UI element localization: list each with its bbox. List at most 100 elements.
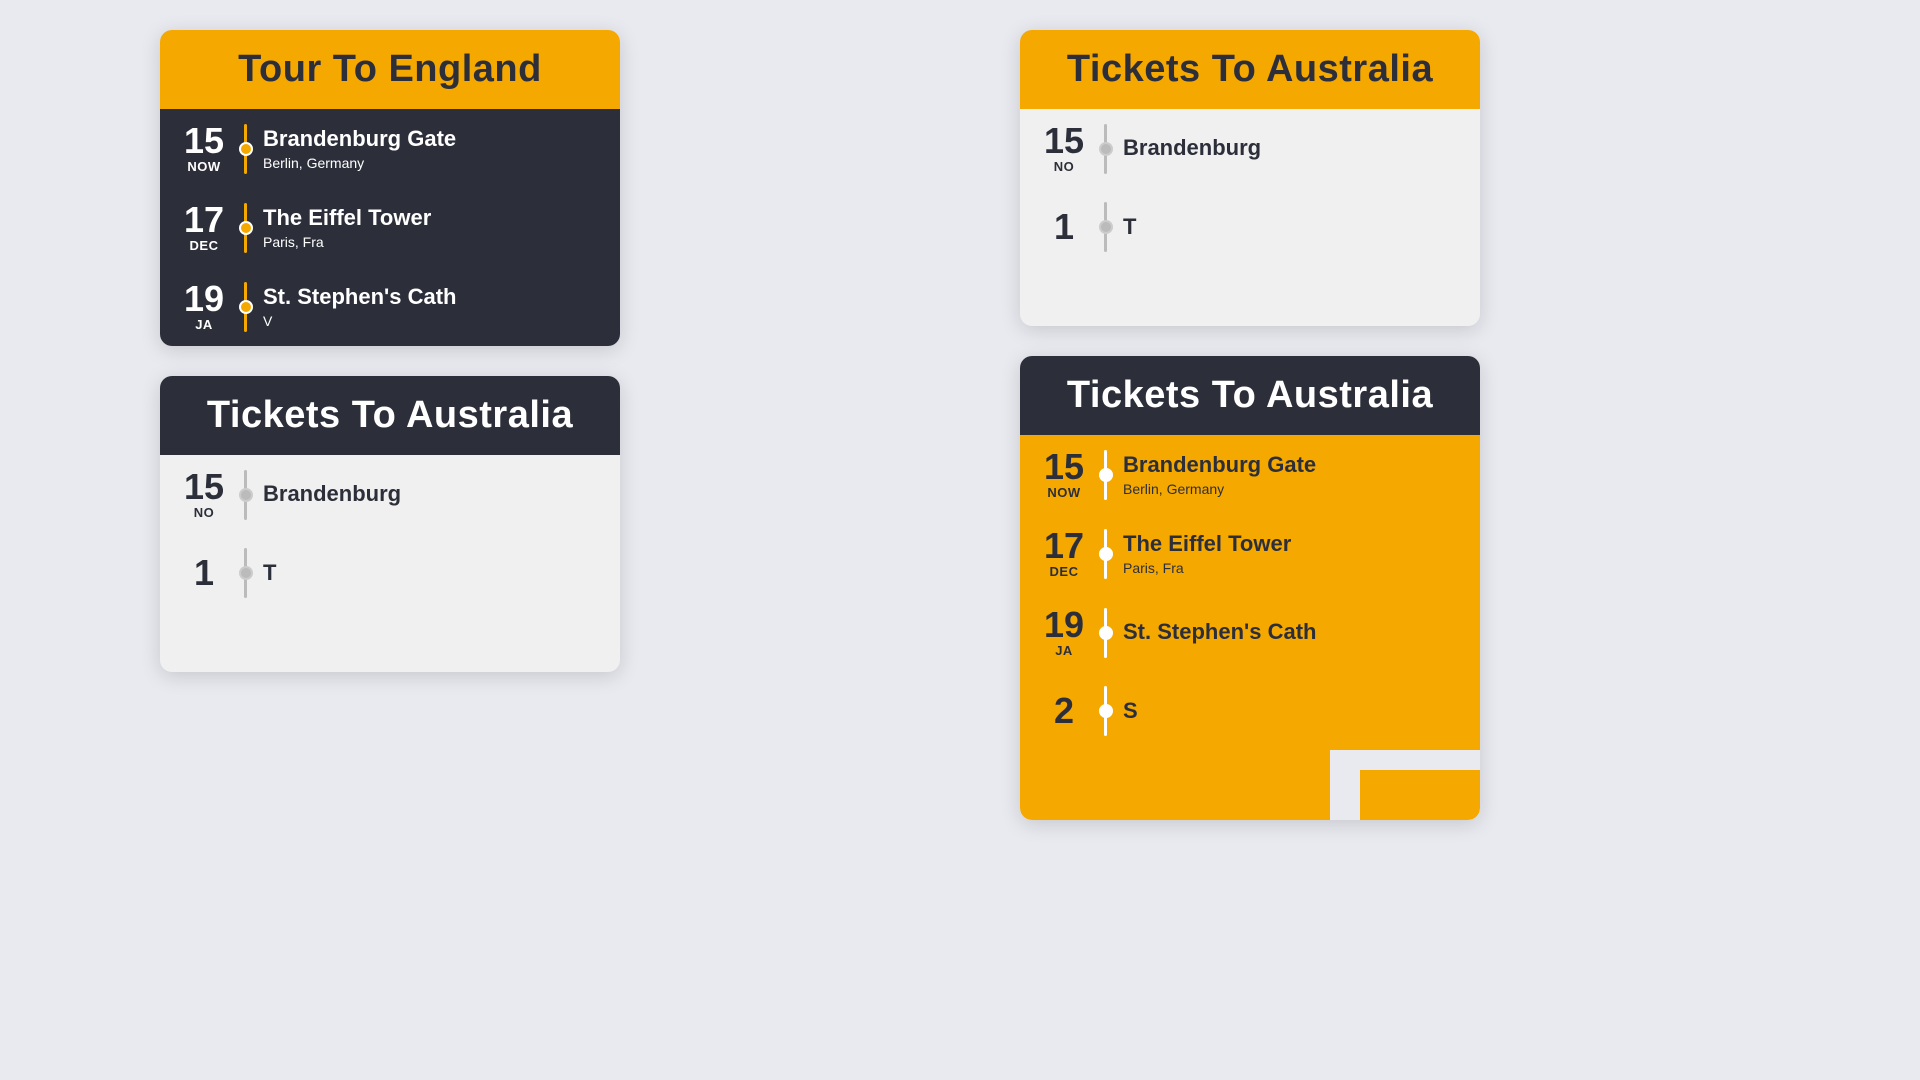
row-title-rb-3: St. Stephen's Cath (1123, 619, 1460, 645)
row-content-2: The Eiffel Tower Paris, Fra (263, 205, 600, 249)
tickets-rt-row-2: 1 T (1020, 188, 1480, 266)
tickets-rb-row-3: 19 JA St. Stephen's Cath (1020, 593, 1480, 672)
row-subtitle-1: Berlin, Germany (263, 155, 600, 171)
date-block-rb-4: 2 (1040, 693, 1088, 729)
tickets-left-row-1: 15 NO Brandenburg (160, 455, 620, 534)
tickets-left-row-2: 1 T (160, 534, 620, 612)
row-content-rb-1: Brandenburg Gate Berlin, Germany (1123, 452, 1460, 496)
row-title-rt-1: Brandenburg (1123, 135, 1460, 161)
date-num-rb-2: 17 (1040, 528, 1088, 564)
divider-2 (244, 203, 247, 253)
date-month-rb-1: NOW (1040, 485, 1088, 500)
tickets-australia-card-left: Tickets To Australia 15 NO Brandenburg 1 (160, 376, 620, 672)
row-title-rb-1: Brandenburg Gate (1123, 452, 1460, 478)
divider-rt-1 (1104, 124, 1107, 174)
row-subtitle-rb-2: Paris, Fra (1123, 560, 1460, 576)
row-content-tl-2: T (263, 560, 600, 586)
date-num-rt-1: 15 (1040, 123, 1088, 159)
row-title-rb-2: The Eiffel Tower (1123, 531, 1460, 557)
row-title-2: The Eiffel Tower (263, 205, 600, 231)
divider-rb-3 (1104, 608, 1107, 658)
date-block-1: 15 NOW (180, 123, 228, 174)
row-content-rt-2: T (1123, 214, 1460, 240)
date-num-2: 17 (180, 202, 228, 238)
date-month-2: DEC (180, 238, 228, 253)
row-content-rb-4: S (1123, 698, 1460, 724)
row-content-tl-1: Brandenburg (263, 481, 600, 507)
date-num-1: 15 (180, 123, 228, 159)
row-content-3: St. Stephen's Cath V (263, 284, 600, 328)
row-content-rb-3: St. Stephen's Cath (1123, 619, 1460, 645)
divider-3 (244, 282, 247, 332)
right-column: Tickets To Australia 15 NO Brandenburg 1 (1020, 30, 1480, 820)
row-title-rb-4: S (1123, 698, 1460, 724)
tickets-australia-card-right-top: Tickets To Australia 15 NO Brandenburg 1 (1020, 30, 1480, 326)
date-block-2: 17 DEC (180, 202, 228, 253)
date-block-tl-2: 1 (180, 555, 228, 591)
tickets-australia-title-right-bottom: Tickets To Australia (1050, 374, 1450, 417)
date-month-rb-3: JA (1040, 643, 1088, 658)
divider-tl-2 (244, 548, 247, 598)
date-block-rt-2: 1 (1040, 209, 1088, 245)
date-num-rb-3: 19 (1040, 607, 1088, 643)
date-month-1: NOW (180, 159, 228, 174)
date-num-rb-4: 2 (1040, 693, 1088, 729)
divider-1 (244, 124, 247, 174)
date-num-rb-1: 15 (1040, 449, 1088, 485)
row-title-3: St. Stephen's Cath (263, 284, 600, 310)
divider-rb-4 (1104, 686, 1107, 736)
row-title-tl-2: T (263, 560, 600, 586)
date-num-tl-2: 1 (180, 555, 228, 591)
tickets-rb-row-1: 15 NOW Brandenburg Gate Berlin, Germany (1020, 435, 1480, 514)
date-block-rb-1: 15 NOW (1040, 449, 1088, 500)
date-block-rb-3: 19 JA (1040, 607, 1088, 658)
left-column: Tour To England 15 NOW Brandenburg Gate … (160, 30, 620, 820)
date-num-tl-1: 15 (180, 469, 228, 505)
date-block-tl-1: 15 NO (180, 469, 228, 520)
row-content-1: Brandenburg Gate Berlin, Germany (263, 126, 600, 170)
bottom-left-piece (1020, 750, 1330, 820)
row-content-rb-2: The Eiffel Tower Paris, Fra (1123, 531, 1460, 575)
tour-row-2: 17 DEC The Eiffel Tower Paris, Fra (160, 188, 620, 267)
bottom-piece-right-top (1020, 266, 1480, 326)
tour-england-title: Tour To England (190, 48, 590, 91)
tickets-australia-card-right-bottom: Tickets To Australia 15 NOW Brandenburg … (1020, 356, 1480, 820)
date-month-tl-1: NO (180, 505, 228, 520)
page-container: Tour To England 15 NOW Brandenburg Gate … (0, 0, 1920, 850)
tickets-australia-header-right-bottom: Tickets To Australia (1020, 356, 1480, 435)
row-title-1: Brandenburg Gate (263, 126, 600, 152)
row-subtitle-2: Paris, Fra (263, 234, 600, 250)
row-subtitle-rb-1: Berlin, Germany (1123, 481, 1460, 497)
date-block-3: 19 JA (180, 281, 228, 332)
tour-row-3: 19 JA St. Stephen's Cath V (160, 267, 620, 346)
row-content-rt-1: Brandenburg (1123, 135, 1460, 161)
tickets-australia-title-right-top: Tickets To Australia (1050, 48, 1450, 91)
tickets-australia-header-right-top: Tickets To Australia (1020, 30, 1480, 109)
bottom-piece-left (160, 612, 620, 672)
divider-rt-2 (1104, 202, 1107, 252)
tickets-rt-row-1: 15 NO Brandenburg (1020, 109, 1480, 188)
date-month-rb-2: DEC (1040, 564, 1088, 579)
tickets-australia-title-left: Tickets To Australia (190, 394, 590, 437)
tour-england-card: Tour To England 15 NOW Brandenburg Gate … (160, 30, 620, 346)
date-block-rt-1: 15 NO (1040, 123, 1088, 174)
tour-row-1: 15 NOW Brandenburg Gate Berlin, Germany (160, 109, 620, 188)
date-num-3: 19 (180, 281, 228, 317)
divider-rb-2 (1104, 529, 1107, 579)
row-title-rt-2: T (1123, 214, 1460, 240)
tickets-australia-header-left: Tickets To Australia (160, 376, 620, 455)
divider-rb-1 (1104, 450, 1107, 500)
divider-tl-1 (244, 470, 247, 520)
date-block-rb-2: 17 DEC (1040, 528, 1088, 579)
date-num-rt-2: 1 (1040, 209, 1088, 245)
tickets-rb-row-2: 17 DEC The Eiffel Tower Paris, Fra (1020, 514, 1480, 593)
bottom-gap (1330, 750, 1360, 820)
row-title-tl-1: Brandenburg (263, 481, 600, 507)
bottom-piece-right-bottom (1020, 750, 1480, 820)
tickets-rb-row-4: 2 S (1020, 672, 1480, 750)
date-month-rt-1: NO (1040, 159, 1088, 174)
row-subtitle-3: V (263, 313, 600, 329)
date-month-3: JA (180, 317, 228, 332)
bottom-right-piece (1360, 770, 1480, 820)
tour-england-header: Tour To England (160, 30, 620, 109)
